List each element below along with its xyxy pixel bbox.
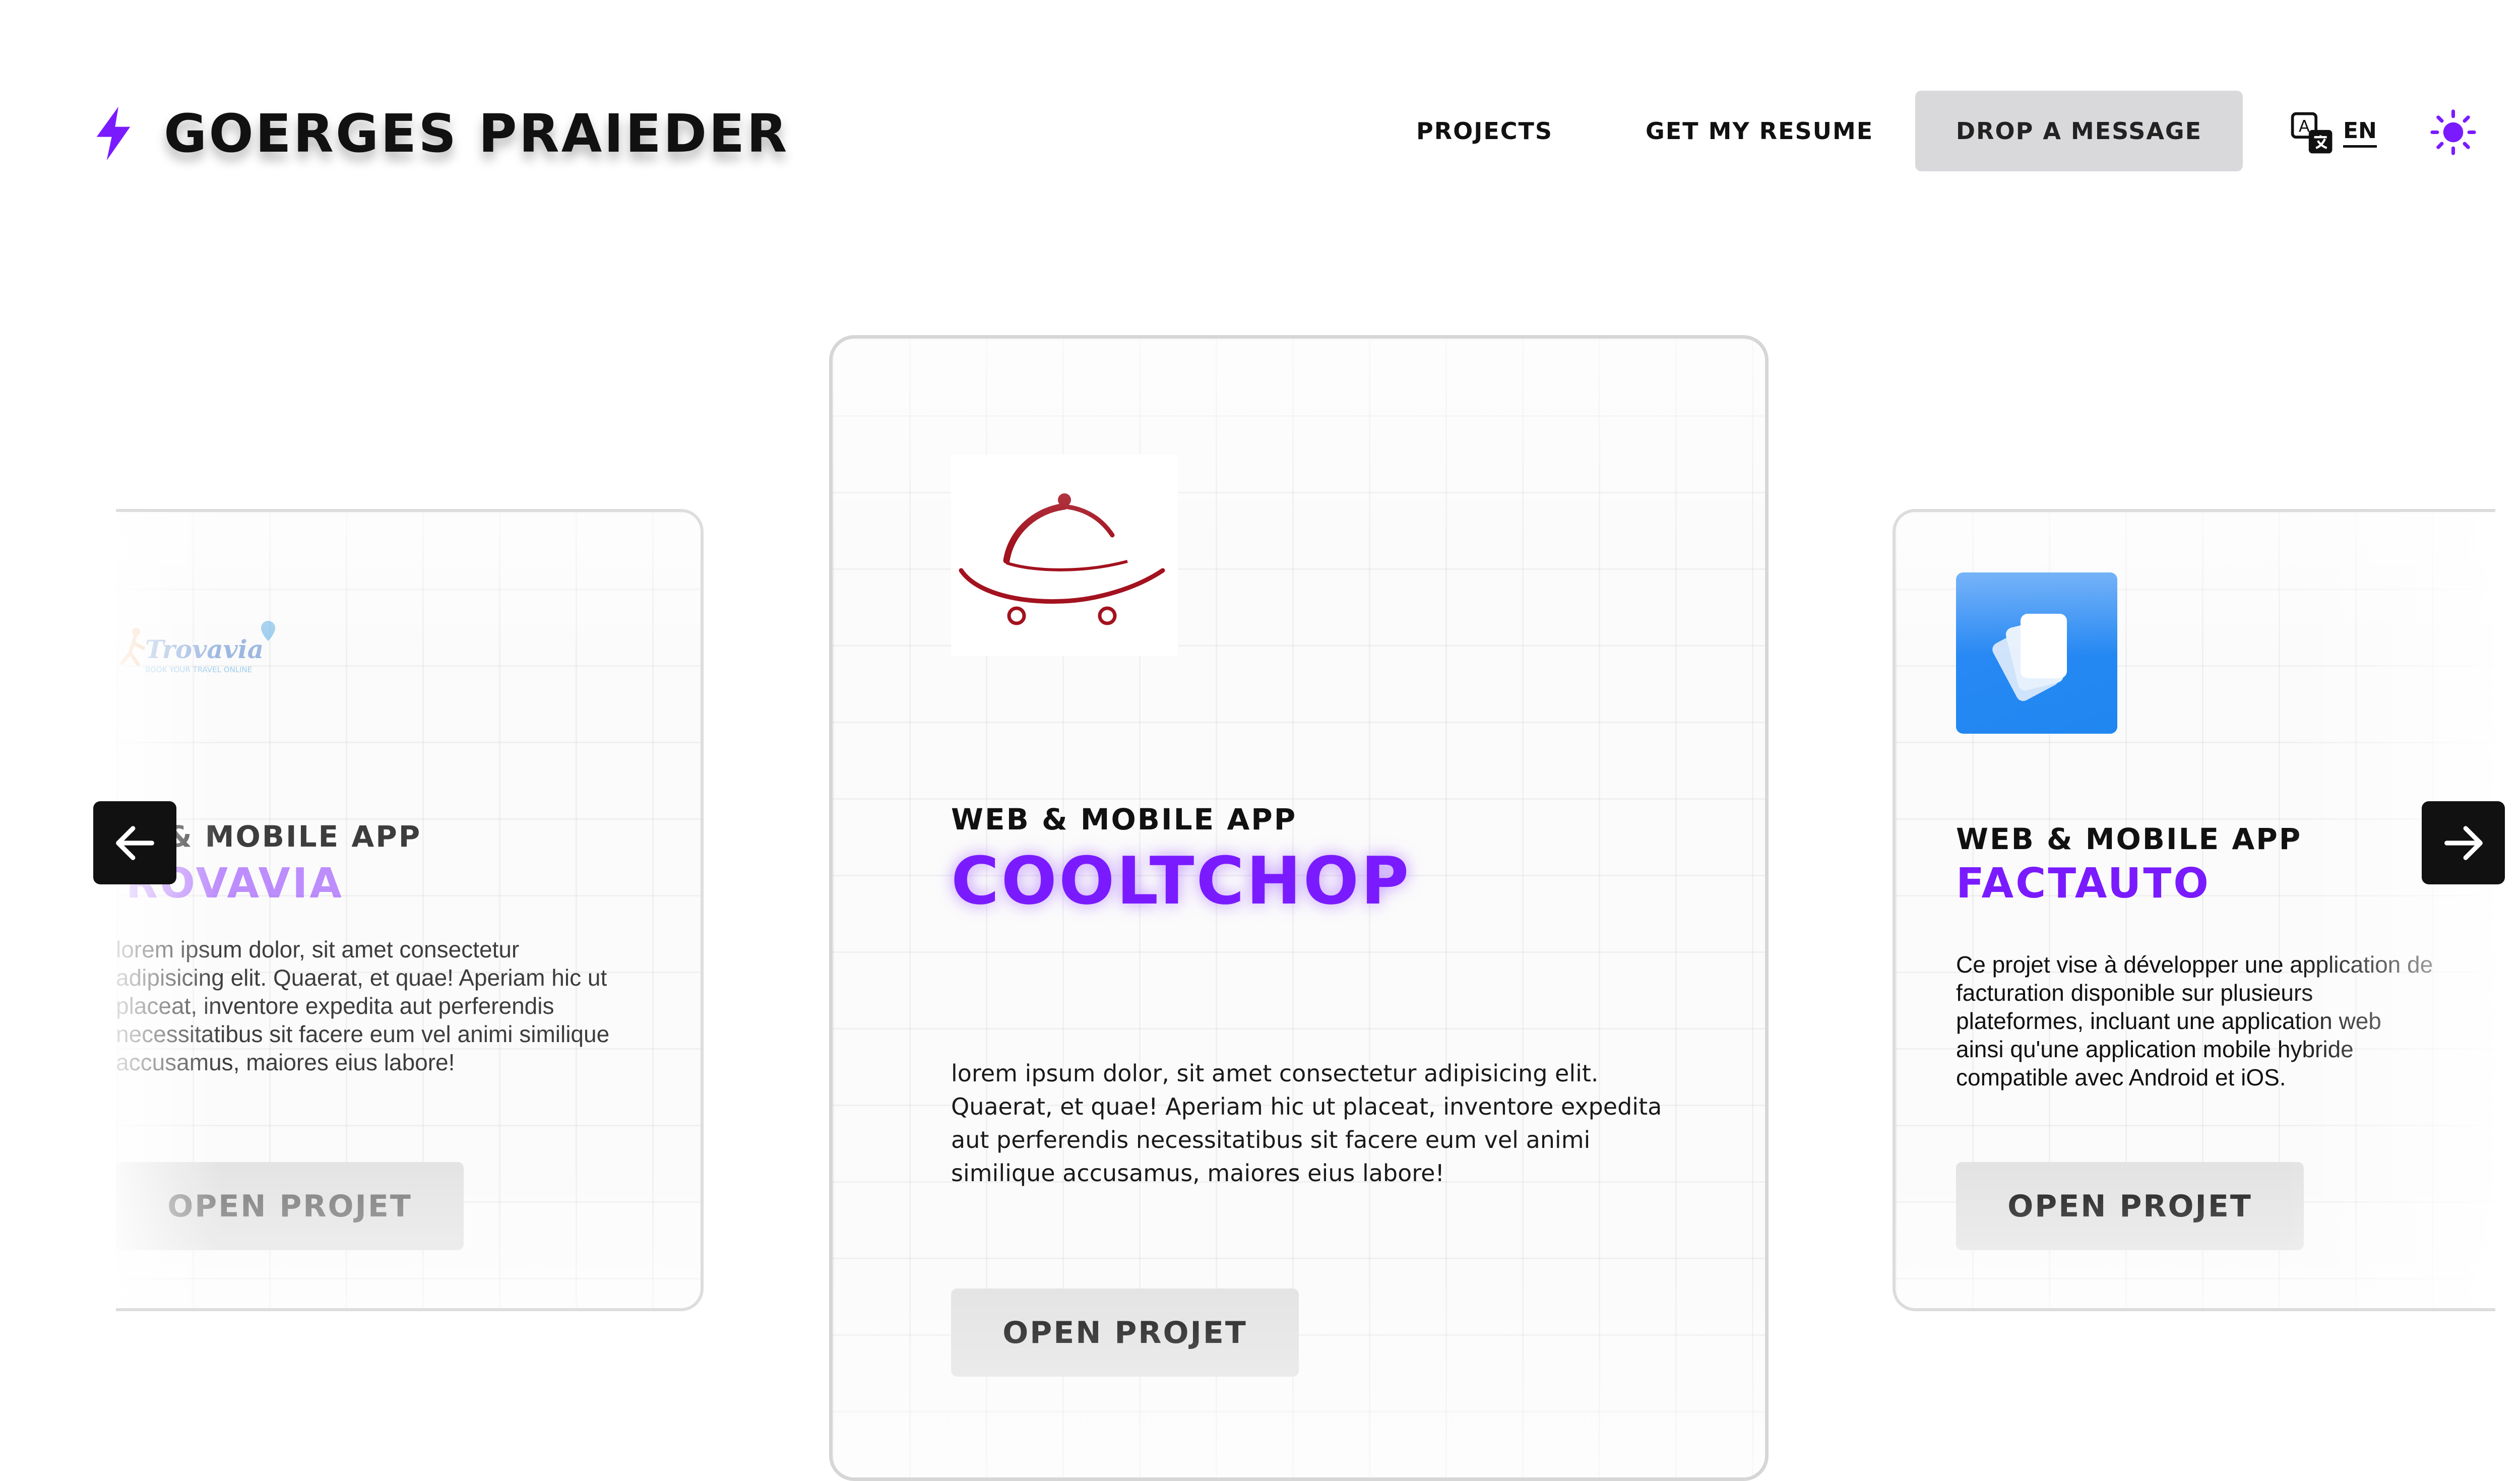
main-nav: Projects Get my resume Drop a message A …	[0, 91, 2520, 171]
project-description: Ce projet vise à développer une applicat…	[1956, 951, 2433, 1090]
project-subtitle: Web & mobile app	[1956, 822, 2302, 856]
project-card-cooltchop: Web & mobile app CoolTchop lorem ipsum d…	[829, 335, 1769, 1481]
project-card-trovavia: Trovavia BOOK YOUR TRAVEL ONLINE Web & m…	[116, 509, 704, 1311]
svg-text:BOOK YOUR TRAVEL ONLINE: BOOK YOUR TRAVEL ONLINE	[145, 665, 252, 674]
food-cart-icon	[959, 493, 1165, 625]
project-card-factauto: Web & mobile app FactAuto Ce projet vise…	[1893, 509, 2495, 1311]
language-label: EN	[2343, 119, 2377, 148]
arrow-right-icon	[2444, 825, 2483, 860]
project-description: lorem ipsum dolor, sit amet consectetur …	[951, 1060, 1662, 1187]
project-subtitle: Web & mobile app	[951, 802, 1297, 836]
factauto-logo	[1956, 572, 2117, 734]
previous-slide-button[interactable]	[93, 801, 176, 884]
drop-message-button[interactable]: Drop a message	[1915, 91, 2243, 171]
open-project-button[interactable]: Open projet	[951, 1289, 1299, 1377]
project-description: lorem ipsum dolor, sit amet consectetur …	[116, 936, 610, 1075]
svg-text:Trovavia: Trovavia	[145, 634, 264, 664]
open-project-button[interactable]: Open projet	[116, 1162, 464, 1250]
nav-projects-link[interactable]: Projects	[1416, 111, 1553, 151]
project-title: FactAuto	[1956, 860, 2211, 908]
open-project-button[interactable]: Open projet	[1956, 1162, 2304, 1250]
sun-icon[interactable]	[2429, 108, 2477, 156]
trovavia-logo: Trovavia BOOK YOUR TRAVEL ONLINE	[116, 618, 286, 678]
nav-resume-link[interactable]: Get my resume	[1646, 111, 1873, 151]
next-slide-button[interactable]	[2422, 801, 2505, 884]
language-switcher[interactable]: A EN	[2291, 111, 2377, 156]
svg-text:A: A	[2299, 116, 2310, 136]
cooltchop-logo	[951, 455, 1178, 656]
project-title: CoolTchop	[951, 843, 1411, 919]
cards-app-icon	[1992, 614, 2067, 701]
translate-icon: A	[2291, 112, 2333, 154]
arrow-left-icon	[115, 825, 154, 860]
trovavia-logo-icon: Trovavia BOOK YOUR TRAVEL ONLINE	[120, 621, 275, 674]
